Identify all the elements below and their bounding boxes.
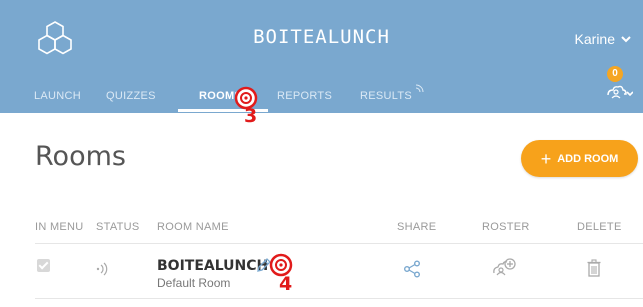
top-header-bar: BOITEALUNCH Karine LAUNCH QUIZZES ROOMS … [0, 0, 643, 113]
roster-add-icon[interactable] [491, 257, 517, 277]
tab-results[interactable]: RESULTS [360, 84, 424, 102]
user-name: Karine [574, 31, 615, 47]
in-menu-checkbox[interactable] [37, 259, 50, 272]
room-name: BOITEALUNCH [157, 258, 269, 274]
add-room-label: ADD ROOM [557, 152, 619, 165]
chevron-down-icon [621, 35, 631, 42]
trash-icon[interactable] [587, 259, 601, 277]
notification-badge: 0 [607, 66, 623, 82]
column-header-share: SHARE [397, 221, 437, 233]
table-row-divider [35, 298, 643, 299]
step-4-marker: 4 [269, 253, 303, 295]
step-3-number: 3 [244, 105, 258, 127]
tab-reports[interactable]: REPORTS [277, 90, 332, 102]
status-signal-icon[interactable] [95, 262, 109, 276]
column-header-status: STATUS [96, 221, 140, 233]
room-subtitle: Default Room [157, 276, 231, 290]
step-4-number: 4 [279, 273, 293, 295]
share-icon[interactable] [403, 260, 421, 278]
add-room-button[interactable]: + ADD ROOM [521, 140, 638, 177]
column-header-roster: ROSTER [482, 221, 530, 233]
app-title: BOITEALUNCH [253, 26, 390, 48]
page-title: Rooms [35, 141, 126, 172]
users-cloud-icon [607, 85, 633, 99]
tab-results-label: RESULTS [360, 90, 413, 102]
user-menu[interactable]: Karine [575, 31, 631, 47]
column-header-room-name: ROOM NAME [157, 221, 229, 233]
tab-launch[interactable]: LAUNCH [34, 90, 81, 102]
table-header-divider [35, 243, 643, 244]
notifications-menu[interactable]: 0 [605, 66, 633, 102]
column-header-delete: DELETE [577, 221, 622, 233]
tab-quizzes[interactable]: QUIZZES [106, 90, 156, 102]
column-header-in-menu: IN MENU [35, 221, 84, 233]
main-nav: LAUNCH QUIZZES ROOMS REPORTS RESULTS [0, 80, 643, 113]
step-3-marker: 3 [234, 86, 268, 127]
plus-icon: + [540, 148, 552, 169]
live-signal-icon [416, 84, 424, 93]
